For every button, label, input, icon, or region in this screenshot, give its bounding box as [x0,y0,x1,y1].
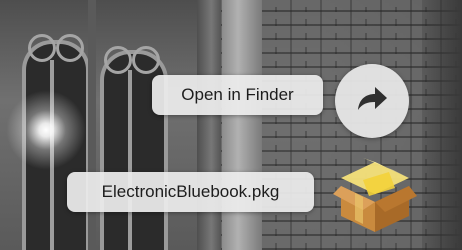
curved-arrow-right-icon [352,79,392,124]
open-in-finder-button[interactable]: Open in Finder [152,75,323,115]
gothic-window [0,0,200,250]
light-glare [6,90,86,170]
tracery-circle [56,34,84,62]
file-name-label: ElectronicBluebook.pkg [101,182,280,201]
tracery-circle [132,46,160,74]
open-in-finder-label: Open in Finder [181,85,294,104]
file-name-button[interactable]: ElectronicBluebook.pkg [67,172,314,212]
window-pillar [88,0,96,250]
window-mullion [128,70,132,250]
stone-column [222,0,262,250]
tracery-circle [28,34,56,62]
package-box-icon[interactable] [333,152,417,236]
stone-column-shadow [197,0,221,250]
share-button[interactable] [335,64,409,138]
shadow-edge [422,0,462,250]
